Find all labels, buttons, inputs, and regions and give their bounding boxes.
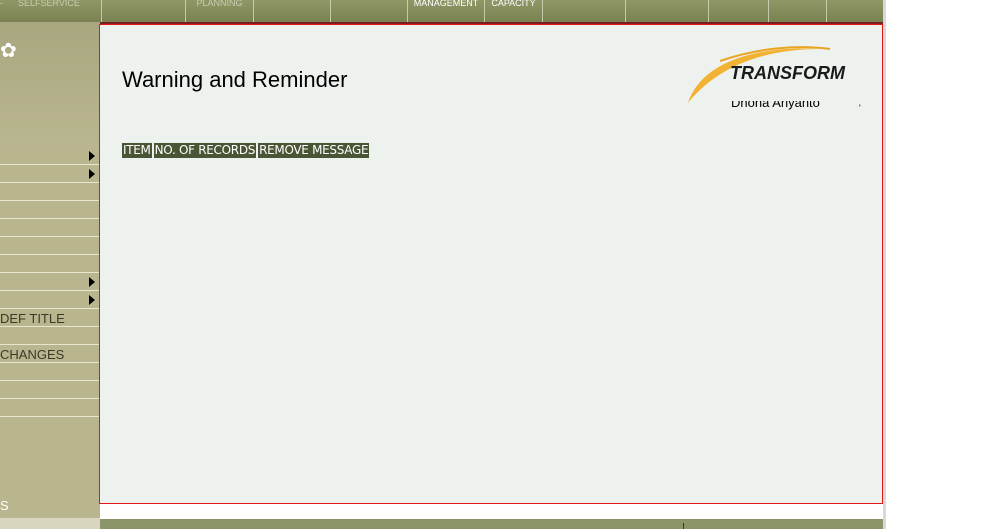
sidebar-menu-item[interactable] [0,238,100,255]
nav-tab-8[interactable] [625,0,708,22]
page-title: Warning and Reminder [122,67,348,92]
nav-tab-label: PLANNING [196,0,243,8]
nav-tab-capacity[interactable]: CAPACITY [484,0,542,22]
flower-icon: ✿ [0,40,17,62]
nav-tab-planning[interactable]: PLANNING [185,0,253,22]
warning-grid-header: ITEM NO. OF RECORDS REMOVE MESSAGE [122,143,371,158]
sidebar-menu-item[interactable] [0,292,100,309]
nav-tab-selfservice[interactable]: - SELFSERVICE [0,0,100,12]
sidebar-menu-item[interactable] [0,274,100,291]
nav-tab-7[interactable] [542,0,625,22]
user-marker: ' [859,103,861,113]
submenu-arrow-icon [89,151,95,161]
sidebar-menu-item[interactable] [0,256,100,273]
nav-tab-1[interactable] [101,0,185,22]
nav-tab-3[interactable] [253,0,330,22]
bottom-divider [683,523,684,529]
sidebar-menu-item[interactable] [0,220,100,237]
sidebar-menu-item[interactable]: CHANGES [0,346,100,363]
sidebar-menu-item[interactable] [0,400,100,417]
sidebar-menu-item[interactable] [0,148,100,165]
sidebar-menu-item[interactable] [0,166,100,183]
sidebar-menu-item[interactable] [0,364,100,381]
top-navigation-bar: - SELFSERVICE PLANNING MANAGEMENT CAPACI… [0,0,883,23]
nav-tab-9[interactable] [708,0,768,22]
nav-selfservice-label: SELFSERVICE [18,0,80,8]
nav-tab-label: MANAGEMENT [413,0,479,8]
sidebar-menu-item[interactable]: DEF TITLE [0,310,100,327]
nav-tab-11[interactable] [826,0,883,22]
user-name-text: Dhona Ariyanto [731,101,820,110]
sidebar-menu-item[interactable] [0,328,100,345]
sidebar-header: ✿ [0,22,100,148]
logged-in-user: Dhona Ariyanto [731,101,820,110]
nav-selfservice-dash: - [0,0,3,8]
window-right-edge [883,0,886,529]
sidebar-menu-item[interactable] [0,184,100,201]
column-header-no-of-records[interactable]: NO. OF RECORDS [153,143,257,158]
column-header-item[interactable]: ITEM [122,143,152,158]
sidebar-item-label: CHANGES [0,347,65,362]
nav-tab-management[interactable]: MANAGEMENT [407,0,484,22]
transform-logo: TRANSFORM [680,43,860,109]
sidebar-item-label: DEF TITLE [0,311,65,326]
submenu-arrow-icon [89,295,95,305]
column-header-remove-message[interactable]: REMOVE MESSAGE [258,143,370,158]
bottom-status-bar [100,519,883,529]
sidebar-footer [0,518,100,529]
submenu-arrow-icon [89,277,95,287]
nav-tab-label: CAPACITY [491,0,536,8]
left-sidebar: ✿ DEF TITLE CHANGES S [0,22,100,529]
nav-tab-4[interactable] [330,0,407,22]
sidebar-menu-item[interactable] [0,382,100,399]
main-panel: Warning and Reminder TRANSFORM Dhona Ari… [99,24,883,504]
submenu-arrow-icon [89,169,95,179]
nav-tab-10[interactable] [768,0,826,22]
sidebar-bottom-label: S [0,498,9,513]
logo-text: TRANSFORM [730,63,845,83]
sidebar-menu-item[interactable] [0,202,100,219]
